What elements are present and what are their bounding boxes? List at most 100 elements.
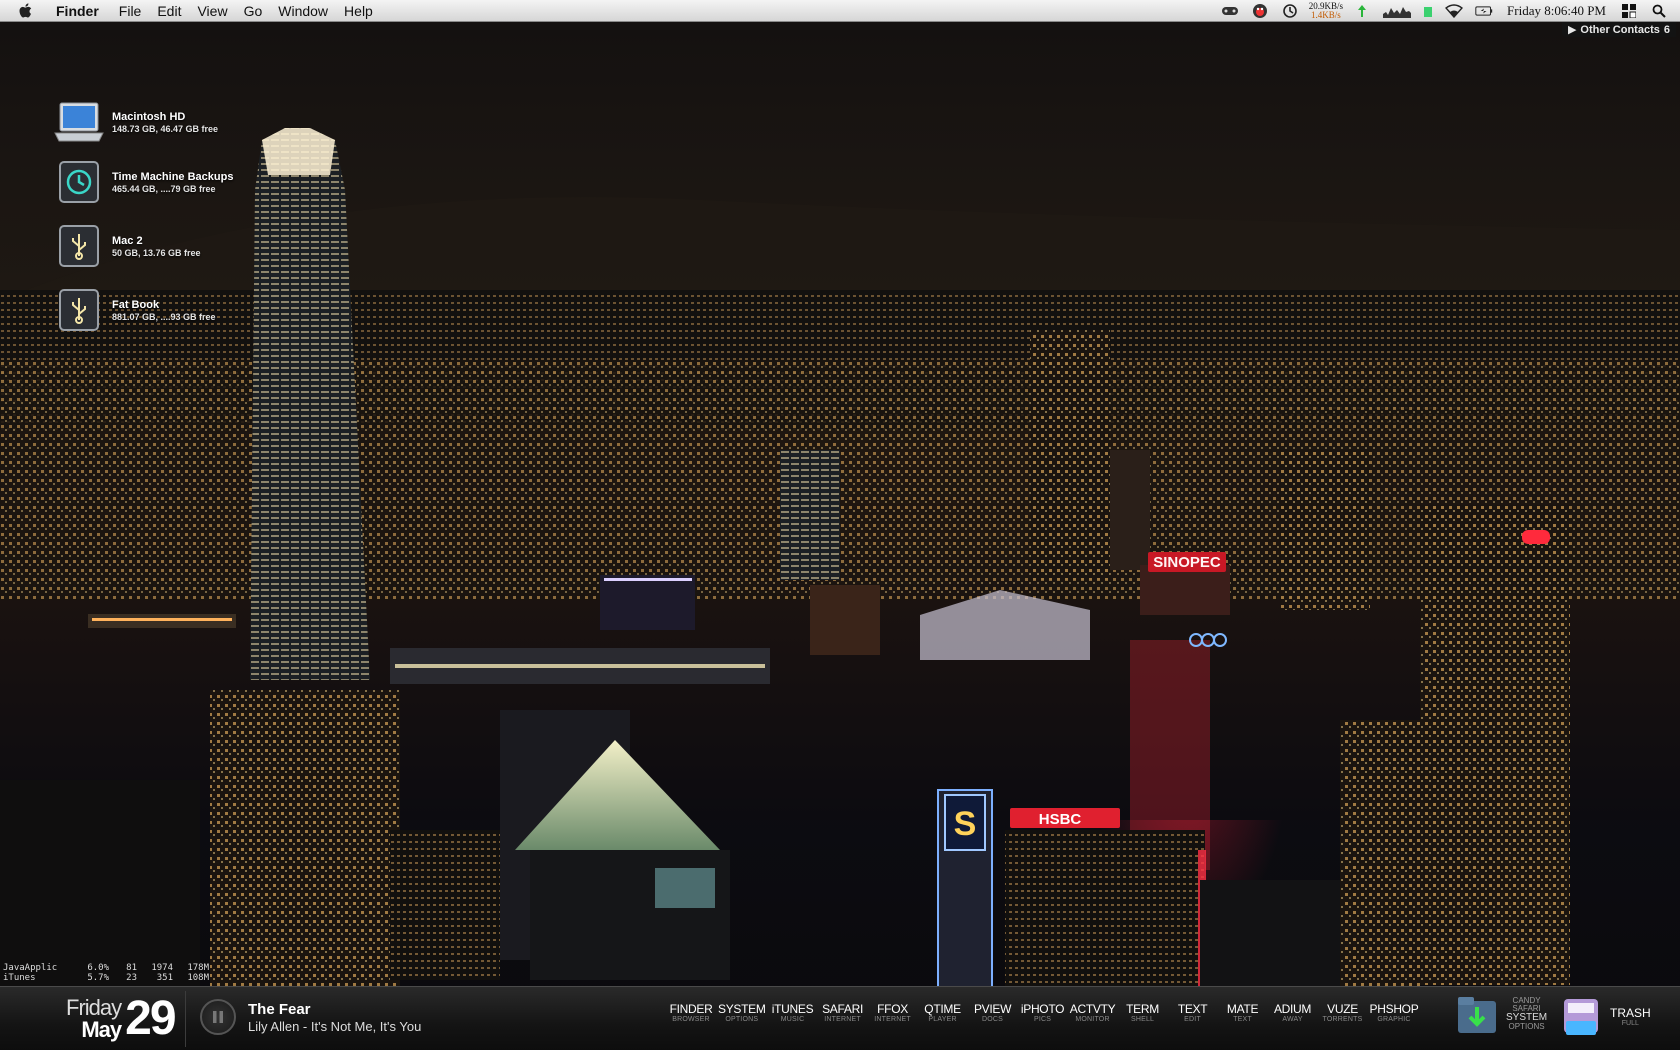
launcher-photoshop[interactable]: PHSHOP GRAPHIC — [1370, 1003, 1419, 1024]
hsbc-sign: HSBC — [1039, 811, 1082, 828]
adium-duck-icon[interactable] — [1251, 3, 1269, 19]
process-monitor-overlay: JavaApplic 6.0% 81 1974 178M iTunes 5.7%… — [3, 963, 209, 983]
date-month: May — [81, 1017, 122, 1042]
desktop-icon-fat-book[interactable]: Fat Book 881.07 GB, ....93 GB free — [54, 288, 216, 332]
trash[interactable]: TRASH FULL — [1560, 993, 1651, 1039]
launcher-firefox[interactable]: FFOX INTERNET — [870, 1003, 916, 1024]
launcher-terminal[interactable]: TERM SHELL — [1120, 1003, 1166, 1024]
launcher-vuze[interactable]: VUZE TORRENTS — [1320, 1003, 1366, 1024]
launcher-safari[interactable]: SAFARI INTERNET — [820, 1003, 866, 1024]
process-threads: 23 — [126, 973, 137, 983]
launcher-name: PHSHOP — [1369, 1002, 1419, 1016]
time-machine-drive-icon — [54, 160, 104, 204]
spotlight-icon[interactable] — [1650, 3, 1668, 19]
process-row: iTunes 5.7% 23 351 108M — [3, 973, 209, 983]
downloads-folder-icon — [1458, 997, 1496, 1033]
desktop-wallpaper: SINOPEC S HSBC — [0, 0, 1680, 1050]
drive-name: Time Machine Backups — [112, 170, 234, 183]
launcher-subtitle: OPTIONS — [725, 1016, 759, 1023]
launcher-name: iPHOTO — [1020, 1002, 1065, 1016]
launcher-name: QTIME — [924, 1002, 961, 1016]
stack-label[interactable]: CANDY SAFARI SYSTEM OPTIONS — [1506, 997, 1547, 1031]
launcher-name: TEXT — [1177, 1002, 1208, 1016]
desktop-icon-macintosh-hd[interactable]: Macintosh HD 148.73 GB, 46.47 GB free — [54, 100, 218, 144]
process-cpu: 5.7% — [87, 973, 109, 983]
launcher-name: iTUNES — [771, 1002, 814, 1016]
gamepad-icon[interactable] — [1221, 3, 1239, 19]
launcher-subtitle: TORRENTS — [1322, 1016, 1363, 1023]
desktop-icon-mac-2[interactable]: Mac 2 50 GB, 13.76 GB free — [54, 224, 201, 268]
date-weekday: Friday — [66, 995, 122, 1020]
laptop-drive-icon — [54, 100, 104, 144]
contacts-count: 6 — [1663, 23, 1670, 36]
launcher-subtitle: PICS — [1033, 1016, 1052, 1023]
menu-help[interactable]: Help — [336, 0, 381, 22]
app-launcher-row: FINDER BROWSER SYSTEM OPTIONS iTUNES MUSIC … — [668, 1003, 1422, 1024]
process-memory: 178M — [187, 963, 209, 973]
drive-name: Fat Book — [112, 298, 160, 311]
launcher-itunes[interactable]: iTUNES MUSIC — [770, 1003, 816, 1024]
wifi-icon[interactable] — [1445, 3, 1464, 19]
drive-capacity: 50 GB, 13.76 GB free — [112, 247, 201, 258]
launcher-subtitle: DOCS — [982, 1016, 1004, 1023]
trash-label: TRASH — [1610, 1005, 1651, 1020]
menu-edit[interactable]: Edit — [149, 0, 189, 22]
ifc-tower — [250, 128, 370, 680]
downloads-stack[interactable] — [1456, 993, 1498, 1039]
launcher-iphoto[interactable]: iPHOTO PICS — [1020, 1003, 1066, 1024]
launcher-name: SAFARI — [822, 1002, 863, 1016]
launcher-preview[interactable]: PVIEW DOCS — [970, 1003, 1016, 1024]
launcher-finder[interactable]: FINDER BROWSER — [668, 1003, 714, 1024]
apple-menu-icon[interactable] — [18, 2, 36, 20]
menu-file[interactable]: File — [111, 0, 150, 22]
process-name: JavaApplic — [3, 963, 58, 973]
menu-app-finder[interactable]: Finder — [48, 0, 111, 22]
contacts-group-label: Other Contacts — [1580, 23, 1660, 36]
disclosure-triangle-icon: ▶ — [1567, 24, 1577, 36]
launcher-subtitle: TEXT — [1233, 1016, 1252, 1023]
menu-go[interactable]: Go — [236, 0, 271, 22]
launcher-quicktime[interactable]: QTIME PLAYER — [920, 1003, 966, 1024]
trash-status: FULL — [1621, 1019, 1639, 1027]
launcher-subtitle: INTERNET — [824, 1016, 861, 1023]
sinopec-sign: SINOPEC — [1153, 554, 1221, 571]
process-memory: 108M — [187, 973, 209, 983]
desktop-icon-time-machine-backups[interactable]: Time Machine Backups 465.44 GB, ....79 G… — [54, 160, 233, 204]
launcher-name: FFOX — [877, 1002, 908, 1016]
status-area: 20.9KB/s 1.4KB/s Friday 8:06:40 PM — [1215, 0, 1680, 22]
usb-drive-icon — [54, 224, 104, 268]
dock-bar: Friday May 29 The Fear Lily Allen - It's… — [0, 986, 1680, 1050]
menu-window[interactable]: Window — [270, 0, 336, 22]
network-speed-readout: 20.9KB/s 1.4KB/s — [1309, 1, 1343, 20]
stack-label-line: OPTIONS — [1508, 1022, 1545, 1031]
date-widget: Friday May 29 — [66, 993, 177, 1045]
launcher-textmate[interactable]: MATE TEXT — [1220, 1003, 1266, 1024]
upload-arrow-icon — [1353, 3, 1371, 19]
time-machine-icon[interactable] — [1281, 3, 1299, 19]
contact-list-toggle[interactable]: ▶ Other Contacts 6 — [1561, 22, 1676, 37]
launcher-subtitle: MUSIC — [780, 1016, 805, 1023]
launcher-adium[interactable]: ADIUM AWAY — [1270, 1003, 1316, 1024]
menu-bar: Finder File Edit View Go Window Help 20.… — [0, 0, 1680, 22]
trash-full-icon — [1564, 999, 1598, 1035]
city-skyline-scene: SINOPEC S HSBC — [0, 128, 1680, 991]
menu-view[interactable]: View — [189, 0, 235, 22]
launcher-subtitle: AWAY — [1282, 1016, 1303, 1023]
pause-button[interactable] — [200, 999, 236, 1035]
launcher-system[interactable]: SYSTEM OPTIONS — [718, 1003, 766, 1024]
dock-divider — [185, 991, 186, 1047]
launcher-name: PVIEW — [973, 1002, 1012, 1016]
battery-icon[interactable] — [1475, 3, 1493, 19]
launcher-name: FINDER — [669, 1002, 713, 1016]
process-threads: 81 — [126, 963, 137, 973]
now-playing-widget: The Fear Lily Allen - It's Not Me, It's … — [200, 999, 421, 1035]
activity-graph-icon[interactable] — [1383, 3, 1412, 19]
launcher-subtitle: PLAYER — [928, 1016, 957, 1023]
launcher-activity-monitor[interactable]: ACTVTY MONITOR — [1070, 1003, 1116, 1024]
launcher-textedit[interactable]: TEXT EDIT — [1170, 1003, 1216, 1024]
drive-capacity: 465.44 GB, ....79 GB free — [112, 183, 216, 194]
process-row: JavaApplic 6.0% 81 1974 178M — [3, 963, 209, 973]
spaces-icon[interactable] — [1620, 3, 1638, 19]
menubar-clock[interactable]: Friday 8:06:40 PM — [1499, 3, 1614, 19]
usb-drive-icon — [54, 288, 104, 332]
